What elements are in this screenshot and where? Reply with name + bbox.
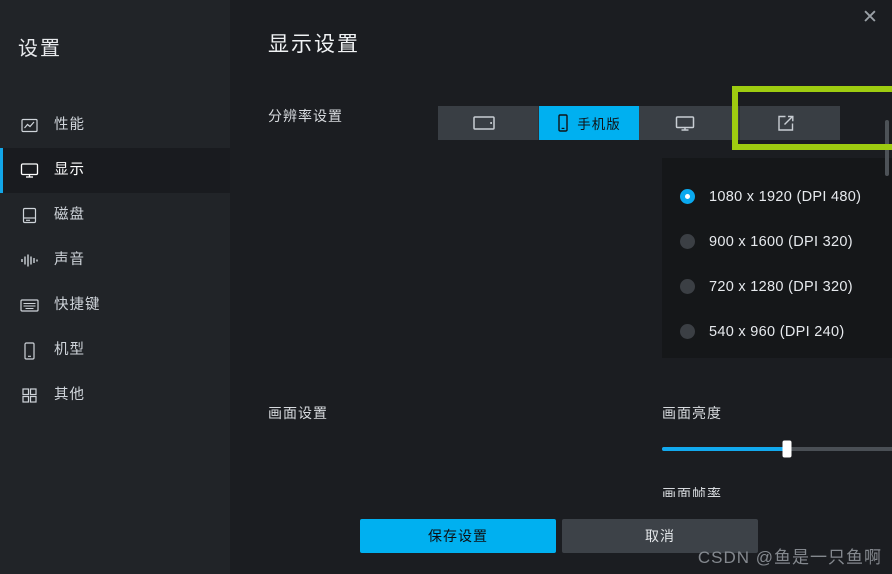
- sidebar-item-sound[interactable]: 声音: [0, 238, 230, 283]
- close-icon[interactable]: ✕: [856, 3, 884, 31]
- sidebar-item-display[interactable]: 显示: [0, 148, 230, 193]
- scrollbar-thumb[interactable]: [885, 120, 889, 176]
- chart-icon: [18, 115, 40, 137]
- sidebar-item-label: 声音: [54, 252, 85, 269]
- sidebar-item-disk[interactable]: 磁盘: [0, 193, 230, 238]
- main-content: 显示设置 ✕ 分辨率设置 手机版 1080 x 1920 (DPI 480) 9…: [230, 0, 892, 574]
- keyboard-icon: [18, 295, 40, 317]
- grid-icon: [18, 385, 40, 407]
- sidebar-item-label: 性能: [54, 117, 85, 134]
- sidebar-title: 设置: [18, 38, 62, 60]
- phone-portrait-icon: [557, 114, 569, 132]
- sidebar: 设置 性能 显示 磁盘 声音 快捷键 机型 其他: [0, 0, 230, 574]
- brightness-slider[interactable]: [662, 440, 892, 457]
- tab-phone[interactable]: 手机版: [539, 106, 639, 140]
- brightness-slider-wrap: 50: [662, 440, 892, 457]
- sidebar-item-other[interactable]: 其他: [0, 373, 230, 418]
- radio-icon: [680, 189, 695, 204]
- sidebar-item-label: 快捷键: [54, 297, 101, 314]
- save-button[interactable]: 保存设置: [360, 519, 556, 553]
- resolution-option-540[interactable]: 540 x 960 (DPI 240): [680, 309, 892, 354]
- sidebar-nav: 性能 显示 磁盘 声音 快捷键 机型 其他: [0, 103, 230, 418]
- sidebar-item-label: 磁盘: [54, 207, 85, 224]
- resolution-option-label: 900 x 1600 (DPI 320): [709, 233, 853, 250]
- sidebar-item-performance[interactable]: 性能: [0, 103, 230, 148]
- settings-window: 设置 性能 显示 磁盘 声音 快捷键 机型 其他 显示设置 ✕ 分辨率设置 手机…: [0, 0, 892, 574]
- picture-settings-row: 画面设置: [268, 403, 892, 423]
- tab-tablet[interactable]: [438, 106, 539, 140]
- sidebar-item-device-model[interactable]: 机型: [0, 328, 230, 373]
- sidebar-item-label: 其他: [54, 387, 85, 404]
- brightness-label: 画面亮度: [662, 405, 722, 421]
- page-title: 显示设置: [268, 33, 360, 56]
- tab-label: 手机版: [577, 117, 621, 132]
- monitor-icon: [18, 160, 40, 182]
- resolution-option-900[interactable]: 900 x 1600 (DPI 320): [680, 219, 892, 264]
- radio-icon: [680, 324, 695, 339]
- sidebar-item-label: 显示: [54, 162, 85, 179]
- clipped-setting-label: 画面帧率: [662, 487, 722, 497]
- waveform-icon: [18, 250, 40, 272]
- resolution-option-label: 540 x 960 (DPI 240): [709, 323, 845, 340]
- resolution-option-label: 1080 x 1920 (DPI 480): [709, 188, 862, 205]
- edit-square-icon: [777, 114, 795, 132]
- phone-icon: [18, 340, 40, 362]
- device-type-tabbar: 手机版: [438, 106, 840, 140]
- disk-icon: [18, 205, 40, 227]
- resolution-option-1080[interactable]: 1080 x 1920 (DPI 480): [680, 174, 892, 219]
- picture-settings-label: 画面设置: [268, 405, 328, 421]
- scrollbar-track[interactable]: [884, 28, 890, 568]
- radio-icon: [680, 234, 695, 249]
- brightness-slider-thumb[interactable]: [782, 440, 792, 457]
- brightness-slider-fill: [662, 446, 787, 451]
- sidebar-item-label: 机型: [54, 342, 85, 359]
- sidebar-item-shortcuts[interactable]: 快捷键: [0, 283, 230, 328]
- radio-icon: [680, 279, 695, 294]
- watermark: CSDN @鱼是一只鱼啊: [697, 548, 882, 567]
- tab-monitor[interactable]: [639, 106, 740, 140]
- monitor-icon: [675, 115, 695, 132]
- tab-custom[interactable]: [740, 106, 840, 140]
- resolution-row: 分辨率设置 手机版: [268, 106, 892, 140]
- tablet-landscape-icon: [473, 115, 495, 131]
- resolution-option-label: 720 x 1280 (DPI 320): [709, 278, 853, 295]
- resolution-option-720[interactable]: 720 x 1280 (DPI 320): [680, 264, 892, 309]
- resolution-options-panel: 1080 x 1920 (DPI 480) 900 x 1600 (DPI 32…: [662, 158, 892, 358]
- resolution-label: 分辨率设置: [268, 108, 343, 124]
